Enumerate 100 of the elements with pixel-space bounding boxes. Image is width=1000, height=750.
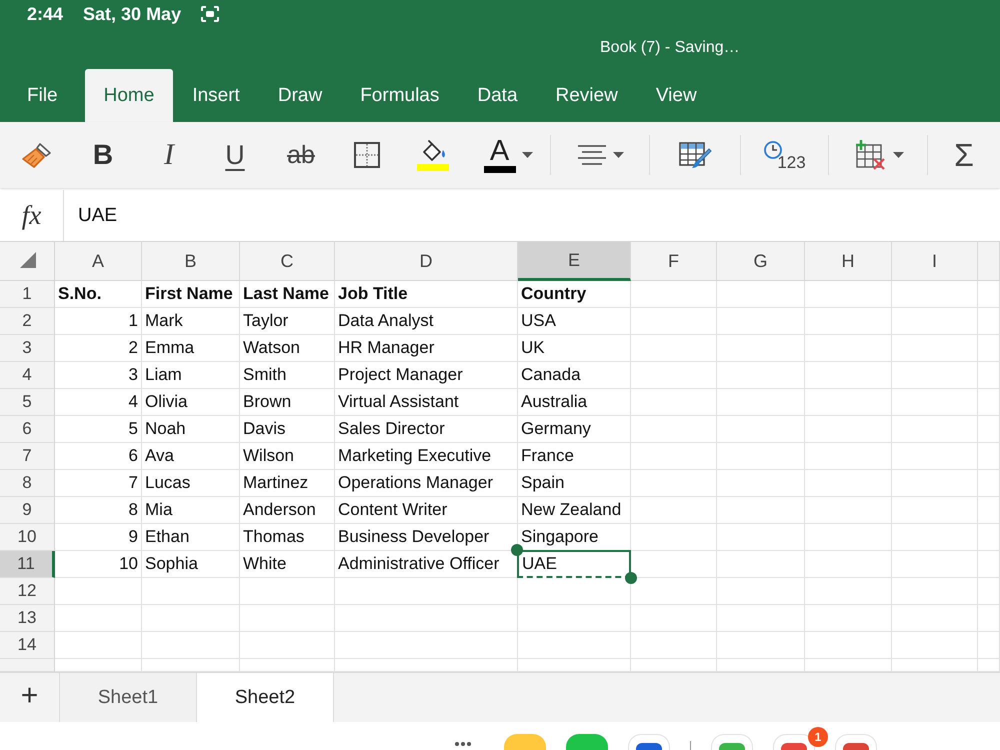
ribbon-tab[interactable]: Data: [458, 69, 537, 122]
ribbon-tab[interactable]: Formulas: [341, 69, 458, 122]
table-cell: 10: [55, 551, 142, 578]
table-cell: Germany: [518, 416, 631, 443]
row-header[interactable]: 6: [0, 416, 55, 443]
table-cell: Last Name: [240, 281, 335, 308]
select-all-icon[interactable]: [20, 252, 36, 268]
borders-icon: [353, 141, 381, 169]
table-cell: UK: [518, 335, 631, 362]
row-header[interactable]: 11: [0, 551, 55, 578]
row-header[interactable]: 7: [0, 443, 55, 470]
table-cell: Anderson: [240, 497, 335, 524]
italic-button[interactable]: I: [136, 128, 202, 182]
status-time: 2:44: [27, 4, 64, 24]
table-cell: Watson: [240, 335, 335, 362]
table-cell: Brown: [240, 389, 335, 416]
column-header[interactable]: I: [892, 242, 978, 281]
table-brush-icon: [678, 140, 712, 170]
align-center-icon: [576, 144, 606, 166]
ribbon-tab[interactable]: Insert: [173, 69, 259, 122]
table-cell: 5: [55, 416, 142, 443]
table-cell: Wilson: [240, 443, 335, 470]
table-cell: 9: [55, 524, 142, 551]
ribbon-tab[interactable]: View: [636, 69, 716, 122]
status-date: Sat, 30 May: [83, 4, 182, 24]
table-cell: Ava: [142, 443, 240, 470]
row-header[interactable]: 9: [0, 497, 55, 524]
table-cell: Davis: [240, 416, 335, 443]
table-cell: S.No.: [55, 281, 142, 308]
row-header[interactable]: 14: [0, 632, 55, 659]
table-cell: Emma: [142, 335, 240, 362]
table-cell: Mark: [142, 308, 240, 335]
row-header[interactable]: 1: [0, 281, 55, 308]
table-cell: Taylor: [240, 308, 335, 335]
row-header[interactable]: 5: [0, 389, 55, 416]
table-cell: 3: [55, 362, 142, 389]
app-icon[interactable]: [711, 734, 753, 750]
row-header[interactable]: 3: [0, 335, 55, 362]
sheet-tab[interactable]: Sheet2: [197, 673, 334, 722]
table-cell: Thomas: [240, 524, 335, 551]
number-format-button[interactable]: 123: [741, 128, 828, 182]
table-cell: Country: [518, 281, 631, 308]
row-header[interactable]: 4: [0, 362, 55, 389]
column-header[interactable]: A: [55, 242, 142, 281]
table-cell: Data Analyst: [335, 308, 518, 335]
table-cell: Canada: [518, 362, 631, 389]
column-header[interactable]: B: [142, 242, 240, 281]
table-cell: France: [518, 443, 631, 470]
table-cell: Job Title: [335, 281, 518, 308]
app-icon[interactable]: [773, 734, 815, 750]
font-color-button[interactable]: A: [466, 128, 550, 182]
column-header[interactable]: H: [805, 242, 892, 281]
table-cell: Sophia: [142, 551, 240, 578]
selected-cell[interactable]: UAE: [517, 550, 631, 578]
underline-button[interactable]: U: [202, 128, 268, 182]
table-cell: First Name: [142, 281, 240, 308]
row-header[interactable]: 10: [0, 524, 55, 551]
table-cell: Spain: [518, 470, 631, 497]
table-cell: Project Manager: [335, 362, 518, 389]
app-icon[interactable]: [628, 734, 670, 750]
column-header[interactable]: C: [240, 242, 335, 281]
table-cell: Virtual Assistant: [335, 389, 518, 416]
app-icon[interactable]: [835, 734, 877, 750]
more-icon[interactable]: [455, 742, 471, 746]
window-title: Book (7) - Saving…: [600, 38, 740, 56]
table-cell: Olivia: [142, 389, 240, 416]
autosum-button[interactable]: Σ: [928, 128, 1000, 182]
strikethrough-button[interactable]: ab: [268, 128, 334, 182]
caret-icon: [612, 152, 624, 158]
table-cell: Operations Manager: [335, 470, 518, 497]
column-header[interactable]: F: [631, 242, 717, 281]
table-cell: 6: [55, 443, 142, 470]
bold-button[interactable]: B: [70, 128, 136, 182]
table-cell: New Zealand: [518, 497, 631, 524]
table-cell: Lucas: [142, 470, 240, 497]
table-cell: Ethan: [142, 524, 240, 551]
row-header[interactable]: 13: [0, 605, 55, 632]
column-header[interactable]: E: [518, 242, 631, 281]
table-cell: Mia: [142, 497, 240, 524]
table-cell: 2: [55, 335, 142, 362]
row-header[interactable]: 12: [0, 578, 55, 605]
table-cell: 1: [55, 308, 142, 335]
table-cell: USA: [518, 308, 631, 335]
bracket-frame-icon: [201, 6, 220, 22]
table-cell: 7: [55, 470, 142, 497]
table-cell: Business Developer: [335, 524, 518, 551]
table-cell: Martinez: [240, 470, 335, 497]
row-header[interactable]: 2: [0, 308, 55, 335]
ribbon-tab[interactable]: Draw: [258, 69, 342, 122]
table-cell: Smith: [240, 362, 335, 389]
ribbon-tab[interactable]: File: [8, 69, 77, 122]
ribbon-tab[interactable]: Home: [84, 69, 174, 122]
table-cell: 8: [55, 497, 142, 524]
column-header[interactable]: G: [717, 242, 805, 281]
ribbon-tab[interactable]: Review: [536, 69, 637, 122]
table-cell: 4: [55, 389, 142, 416]
caret-icon: [522, 152, 532, 158]
row-header[interactable]: 8: [0, 470, 55, 497]
column-header[interactable]: D: [335, 242, 518, 281]
table-cell: Liam: [142, 362, 240, 389]
